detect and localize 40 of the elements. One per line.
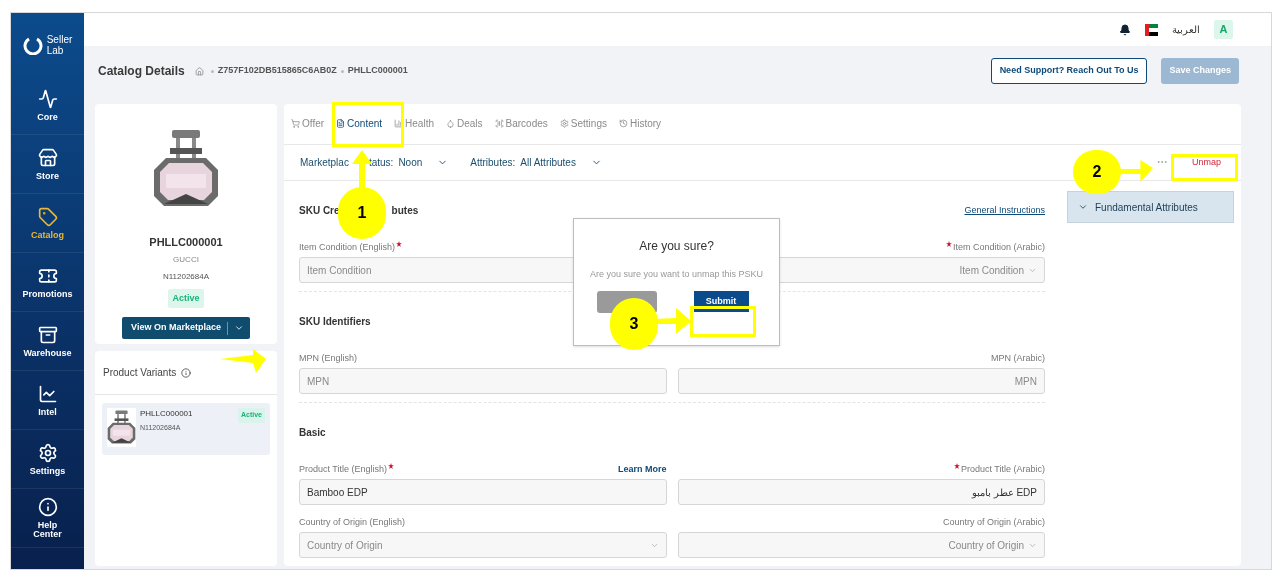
tab[interactable]: Settings (559, 116, 607, 132)
product-sku: PHLLC000001 (149, 235, 223, 250)
tab[interactable]: Offer (291, 116, 325, 132)
field-label: Product Title (Arabic) (960, 462, 1045, 476)
breadcrumb-item[interactable]: Z757F102DB515865C6AB0Z (217, 64, 337, 78)
dialog-title: Are you sure? (639, 238, 714, 255)
breadcrumb-item[interactable]: PHLLC000001 (347, 64, 408, 78)
tab[interactable]: Content (336, 116, 383, 132)
submit-button[interactable]: Submit (693, 291, 749, 312)
input-field[interactable]: عطر بامبو EDP (677, 479, 1045, 505)
variants-title: Product Variants (103, 366, 177, 380)
support-button[interactable]: Need Support? Reach Out To Us (990, 58, 1148, 84)
section-title: Basic (299, 426, 326, 440)
learn-more-link[interactable]: Learn More (618, 462, 667, 476)
field-label: MPN (English) (299, 351, 357, 365)
tab[interactable]: Health (394, 116, 434, 132)
section-title: butes (391, 204, 419, 218)
field-label: MPN (Arabic) (991, 351, 1045, 365)
tab[interactable]: Barcodes (494, 116, 548, 132)
variant-sku: PHLLC000001 (140, 408, 194, 420)
field-label: Item Condition (English) (299, 240, 396, 254)
field-label: Country of Origin (Arabic) (942, 515, 1045, 529)
tab[interactable]: Deals (446, 116, 483, 132)
tab[interactable]: History (618, 116, 662, 132)
language-link[interactable]: العربية (1172, 22, 1200, 37)
logo-text: Seller Lab (46, 33, 73, 56)
filter-dropdown[interactable]: Attributes: All Attributes (470, 154, 602, 170)
view-on-marketplace-button[interactable]: View On Marketplace (122, 317, 250, 339)
product-brand: GUCCI (173, 253, 199, 266)
general-instructions-link[interactable]: General Instructions (964, 203, 1045, 218)
page-title: Catalog Details (98, 63, 185, 80)
field-label: Country of Origin (English) (299, 515, 406, 529)
filter-dropdown[interactable]: Marketplac tatus: Noon (300, 154, 449, 170)
accordion-header[interactable]: Fundamental Attributes (1067, 191, 1234, 223)
input-field[interactable]: Bamboo EDP (299, 479, 667, 505)
product-code: N11202684A (162, 270, 210, 283)
section-title: SKU Identifiers (299, 315, 371, 329)
field-label: Item Condition (Arabic) (952, 240, 1045, 254)
field-label: Product Title (English) (299, 462, 388, 476)
status-badge: Active (168, 288, 204, 308)
